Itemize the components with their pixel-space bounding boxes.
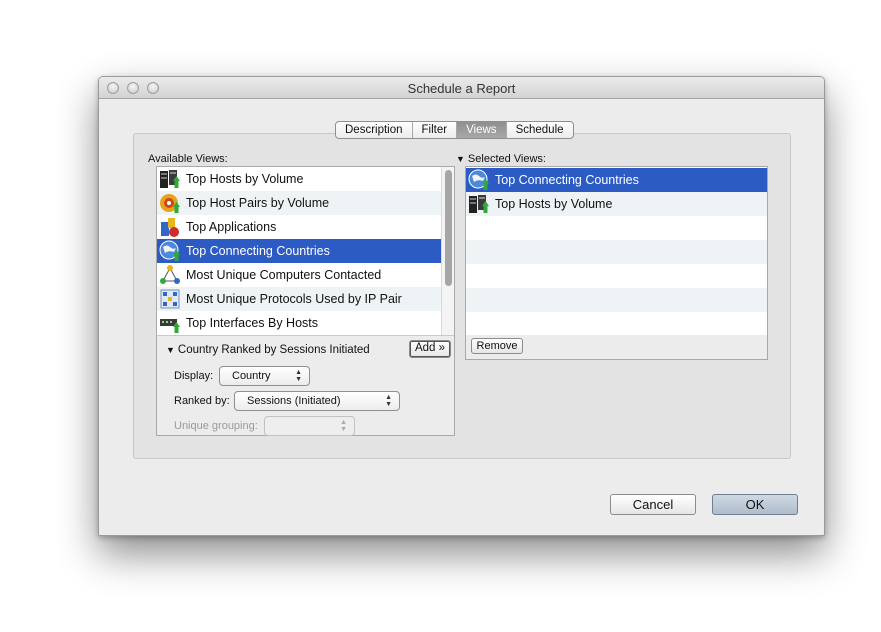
selected-views-label-text: Selected Views:	[467, 153, 546, 165]
list-item[interactable]: Top Host Pairs by Volume	[157, 191, 442, 215]
applications-icon	[159, 216, 181, 238]
hosts-volume-icon	[468, 193, 490, 215]
list-item-label: Top Applications	[186, 220, 277, 234]
popup-arrows-icon: ▲ ▼	[295, 369, 302, 383]
available-views-list: Top Hosts by Volume Top Host Pairs by Vo…	[157, 167, 442, 335]
list-item-label: Top Host Pairs by Volume	[186, 196, 330, 210]
selected-views-label: ▼ Selected Views:	[456, 153, 546, 165]
unique-grouping-popup[interactable]: ▲ ▼	[264, 416, 355, 436]
network-icon	[159, 264, 181, 286]
popup-arrows-icon: ▲ ▼	[340, 419, 347, 433]
globe-icon	[468, 169, 490, 191]
view-details-title: Country Ranked by Sessions Initiated	[177, 344, 370, 356]
disclosure-triangle-icon: ▼	[456, 154, 465, 164]
selected-views-panel: Top Connecting Countries Top Hosts by Vo…	[465, 166, 768, 360]
popup-arrows-icon: ▲ ▼	[385, 394, 392, 408]
title-bar: Schedule a Report	[99, 77, 824, 99]
display-value: Country	[232, 370, 271, 382]
list-item-label: Most Unique Protocols Used by IP Pair	[186, 292, 402, 306]
list-item-label: Top Interfaces By Hosts	[186, 316, 319, 330]
protocols-icon	[159, 288, 181, 310]
tab-schedule[interactable]: Schedule	[507, 122, 573, 138]
empty-row	[466, 264, 767, 288]
selected-views-footer: Remove	[466, 335, 767, 359]
ranked-by-label: Ranked by:	[174, 395, 230, 407]
host-pairs-icon	[159, 192, 181, 214]
cancel-button[interactable]: Cancel	[610, 494, 696, 515]
tab-description[interactable]: Description	[336, 122, 413, 138]
list-item[interactable]: Most Unique Protocols Used by IP Pair	[157, 287, 442, 311]
hosts-volume-icon	[159, 168, 181, 190]
empty-row	[466, 312, 767, 335]
list-item-selected[interactable]: Top Connecting Countries	[157, 239, 442, 263]
display-popup[interactable]: Country ▲ ▼	[219, 366, 310, 386]
list-item[interactable]: Top Hosts by Volume	[157, 167, 442, 191]
tab-filter[interactable]: Filter	[413, 122, 458, 138]
available-views-scrollbar[interactable]	[441, 167, 454, 335]
interface-icon	[159, 312, 181, 334]
empty-row	[466, 288, 767, 312]
schedule-report-dialog: Schedule a Report Description Filter Vie…	[98, 76, 825, 536]
empty-row	[466, 216, 767, 240]
add-view-button[interactable]: Add »	[409, 340, 451, 358]
list-item-label: Top Hosts by Volume	[495, 197, 613, 211]
ranked-by-popup[interactable]: Sessions (Initiated) ▲ ▼	[234, 391, 400, 411]
unique-grouping-label: Unique grouping:	[174, 420, 258, 432]
list-item[interactable]: Top Applications	[157, 215, 442, 239]
list-item[interactable]: Top Hosts by Volume	[466, 192, 767, 216]
view-details-header[interactable]: ▼ Country Ranked by Sessions Initiated	[166, 344, 370, 356]
list-item-label: Top Connecting Countries	[186, 244, 330, 258]
list-item-label: Most Unique Computers Contacted	[186, 268, 382, 282]
remove-view-button[interactable]: Remove	[471, 338, 523, 354]
list-item[interactable]: Top Interfaces By Hosts	[157, 311, 442, 335]
selected-views-list: Top Connecting Countries Top Hosts by Vo…	[466, 167, 767, 335]
list-item-label: Top Hosts by Volume	[186, 172, 304, 186]
window-title: Schedule a Report	[407, 81, 516, 96]
list-item-label: Top Connecting Countries	[495, 173, 639, 187]
tab-bar: Description Filter Views Schedule	[335, 121, 574, 139]
available-views-panel: Top Hosts by Volume Top Host Pairs by Vo…	[156, 166, 455, 436]
globe-icon	[159, 240, 181, 262]
available-views-label: Available Views:	[148, 153, 228, 165]
ok-button[interactable]: OK	[712, 494, 798, 515]
list-item[interactable]: Most Unique Computers Contacted	[157, 263, 442, 287]
display-label: Display:	[174, 370, 214, 382]
tab-views[interactable]: Views	[457, 122, 507, 138]
disclosure-triangle-icon: ▼	[166, 345, 175, 355]
empty-row	[466, 240, 767, 264]
scrollbar-thumb[interactable]	[445, 170, 452, 286]
list-item-selected[interactable]: Top Connecting Countries	[466, 168, 767, 192]
ranked-by-value: Sessions (Initiated)	[247, 395, 341, 407]
view-details-section: ▼ Country Ranked by Sessions Initiated Ad…	[157, 335, 454, 436]
